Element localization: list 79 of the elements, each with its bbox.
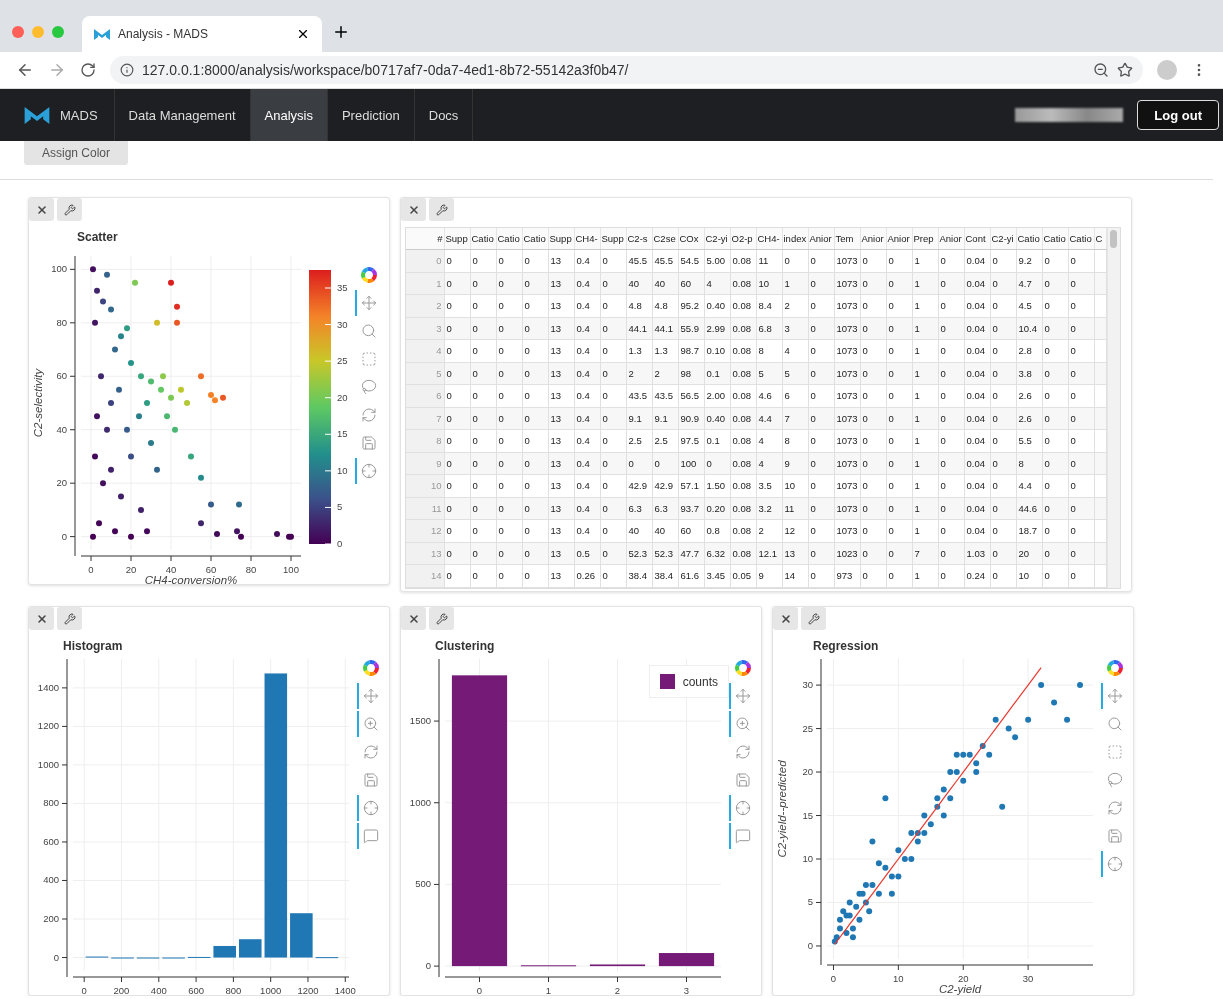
tick-label: 5	[807, 896, 813, 908]
tick-label: 0	[88, 564, 94, 575]
tick-label: 1500	[409, 715, 431, 727]
tick-label: 1400	[37, 681, 59, 693]
tick-label: 600	[43, 835, 59, 847]
tick-label: 0	[53, 951, 59, 963]
tick-label: 15	[802, 809, 813, 821]
tick-label: 800	[225, 985, 242, 996]
tick-label: 1400	[334, 985, 356, 996]
tick-label: 20	[802, 766, 813, 778]
tick-label: 2	[614, 985, 621, 996]
chart-title: Histogram	[63, 639, 124, 653]
tick-label: 3	[683, 985, 690, 996]
tick-label: 40	[165, 564, 177, 575]
row-index: 4	[406, 339, 444, 362]
chart-title: Clustering	[435, 639, 496, 653]
axis-label: C2-yield	[938, 983, 982, 995]
tick-label: 20	[337, 391, 348, 403]
tick-label: 0	[425, 960, 431, 972]
tick-label: 80	[56, 316, 67, 328]
tick-label: 15	[337, 428, 348, 440]
tick-label: 0	[830, 973, 837, 984]
row-index: 8	[406, 429, 444, 452]
row-index: 11	[406, 497, 444, 520]
tick-label: 500	[415, 878, 431, 890]
tick-label: 80	[245, 564, 257, 575]
row-index: 7	[406, 407, 444, 430]
axis-label: CH4-conversion%	[144, 574, 238, 586]
chart-title: Scatter	[77, 230, 119, 244]
tick-label: 600	[188, 985, 204, 996]
tick-label: 20	[125, 564, 137, 575]
row-index: 14	[406, 564, 444, 587]
row-index: 6	[406, 384, 444, 407]
row-index: 9	[406, 452, 444, 475]
tick-label: 0	[476, 985, 483, 996]
tick-label: 1000	[260, 985, 282, 996]
tick-label: 1200	[37, 720, 59, 732]
row-index: 13	[406, 542, 444, 565]
tick-label: 5	[337, 501, 343, 513]
tick-label: 1	[545, 985, 552, 996]
tick-label: 0	[81, 985, 87, 996]
tick-label: 30	[802, 679, 813, 691]
tick-label: 0	[61, 530, 67, 542]
tick-label: 10	[802, 853, 813, 864]
tick-label: 10	[893, 973, 904, 984]
tick-label: 30	[1022, 973, 1034, 984]
tick-label: 40	[56, 423, 67, 435]
tick-label: 1000	[37, 758, 59, 770]
tick-label: 60	[205, 564, 217, 575]
tick-label: 20	[957, 973, 969, 984]
legend-label: counts	[682, 674, 718, 689]
tick-label: 400	[43, 874, 59, 886]
tick-label: 100	[51, 263, 67, 275]
axis-label: C2-selectivity	[32, 368, 44, 438]
axis-label: C2-yield--predicted	[776, 760, 788, 858]
row-index: 2	[406, 294, 444, 317]
tick-label: 10	[337, 464, 348, 476]
tick-label: 25	[337, 355, 348, 367]
tick-label: 20	[56, 477, 67, 489]
tick-label: 35	[337, 282, 348, 293]
tick-label: 100	[283, 564, 299, 575]
tick-label: 30	[337, 318, 348, 330]
row-index: 5	[406, 362, 444, 385]
tick-label: 60	[56, 370, 67, 382]
tick-label: 0	[807, 939, 813, 951]
tick-label: 0	[337, 538, 343, 549]
row-index: 1	[406, 272, 444, 295]
row-index: 0	[406, 249, 444, 272]
row-index: 3	[406, 317, 444, 340]
tick-label: 800	[43, 797, 59, 809]
row-index: 10	[406, 474, 444, 497]
tick-label: 200	[113, 985, 130, 996]
chart-title: Regression	[813, 639, 880, 653]
tick-label: 1000	[409, 796, 431, 808]
tick-label: 400	[150, 985, 167, 996]
row-index: 12	[406, 519, 444, 542]
tick-label: 200	[43, 913, 59, 924]
tick-label: 1200	[297, 985, 319, 996]
tick-label: 25	[802, 722, 813, 734]
